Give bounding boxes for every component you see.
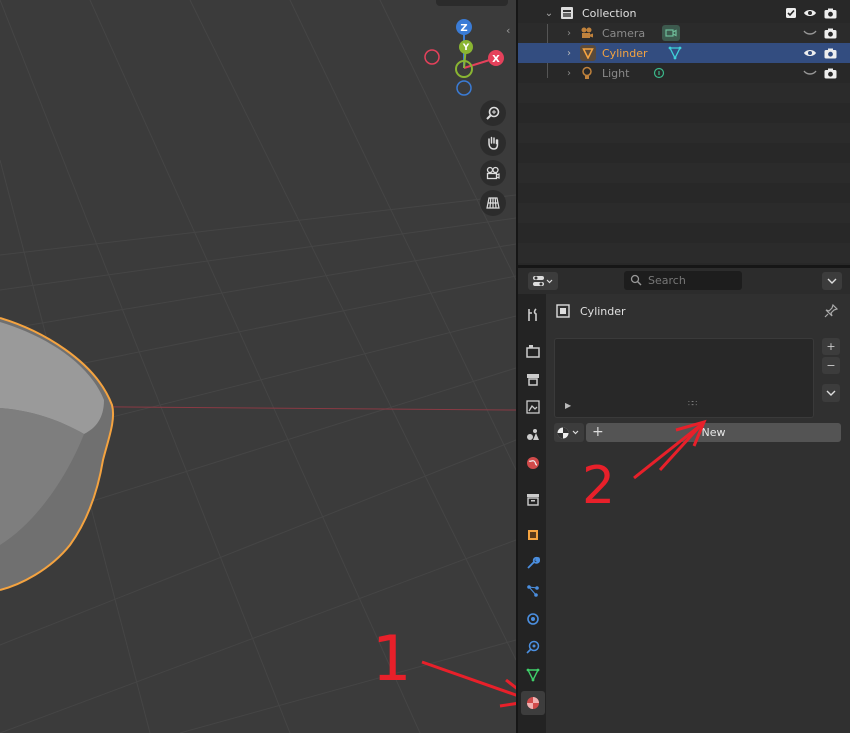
tool-icon [528, 308, 537, 321]
scene-icon [527, 429, 539, 440]
editor-type-dropdown[interactable] [528, 272, 558, 290]
pin-icon[interactable] [824, 303, 839, 321]
output-icon [527, 374, 539, 386]
camera-view-icon[interactable] [480, 160, 506, 186]
outliner: ⌄ Collection › Camera › Cylinder › Light [518, 0, 850, 265]
outliner-item-label: Light [602, 66, 630, 80]
camera-data-icon[interactable] [662, 25, 680, 41]
eye-closed-icon[interactable] [803, 26, 817, 40]
light-object-icon [580, 66, 594, 80]
eye-icon[interactable] [803, 46, 817, 60]
tab-view-layer[interactable] [521, 395, 545, 419]
search-input[interactable]: Search [624, 271, 742, 290]
render-icon [526, 345, 540, 358]
checkbox-icon[interactable] [784, 6, 798, 20]
collection-icon [560, 6, 574, 20]
camera-object-icon [580, 26, 594, 40]
navigation-gizmo[interactable]: Z Y X [420, 14, 516, 104]
eye-closed-icon[interactable] [803, 66, 817, 80]
new-material-button[interactable]: + New [586, 423, 841, 442]
tab-render[interactable] [521, 339, 545, 363]
add-slot-button[interactable]: + [822, 338, 840, 355]
tab-modifiers[interactable] [521, 551, 545, 575]
remove-slot-button[interactable]: − [822, 357, 840, 374]
properties-header: Search [518, 268, 850, 294]
tab-constraints[interactable] [521, 635, 545, 659]
object-icon [528, 530, 538, 540]
viewport-header-stub [436, 0, 508, 6]
properties-tabs [518, 294, 546, 733]
search-placeholder: Search [648, 274, 686, 287]
properties-editor: Search Cylinder ▶ ∷∷ + − + New [518, 268, 850, 733]
tab-particles[interactable] [521, 579, 545, 603]
light-data-icon[interactable] [652, 66, 666, 80]
gizmo-y-label: Y [462, 43, 470, 53]
browse-material-dropdown[interactable] [554, 423, 584, 442]
tab-physics[interactable] [521, 607, 545, 631]
wrench-icon [527, 556, 540, 569]
constraints-icon [526, 640, 540, 654]
tab-data[interactable] [521, 663, 545, 687]
hand-pan-icon[interactable] [480, 130, 506, 156]
world-icon [527, 457, 539, 469]
zoom-icon[interactable] [480, 100, 506, 126]
tab-material[interactable] [521, 691, 545, 715]
tab-collection[interactable] [521, 487, 545, 511]
camera-render-icon[interactable] [823, 6, 837, 20]
outliner-row-collection[interactable]: ⌄ Collection [518, 3, 850, 23]
outliner-row-cylinder[interactable]: › Cylinder [518, 43, 850, 63]
chevron-down-icon [826, 390, 836, 396]
object-icon [556, 304, 570, 321]
tab-object[interactable] [521, 523, 545, 547]
slot-specials-dropdown[interactable] [822, 384, 840, 402]
tab-tool[interactable] [521, 303, 545, 327]
tab-world[interactable] [521, 451, 545, 475]
search-icon [630, 274, 642, 286]
ortho-grid-icon[interactable] [480, 190, 506, 216]
particles-icon [527, 585, 539, 597]
object-name: Cylinder [580, 305, 626, 318]
chevron-right-icon[interactable]: › [562, 46, 576, 60]
outliner-row-light[interactable]: › Light [518, 63, 850, 83]
mesh-data-icon [526, 668, 540, 682]
collection-icon [527, 494, 539, 506]
gizmo-z-label: Z [460, 23, 467, 34]
outliner-item-label: Collection [582, 6, 637, 20]
tab-output[interactable] [521, 367, 545, 391]
physics-icon [527, 613, 539, 625]
new-button-label: New [701, 426, 726, 439]
3d-viewport[interactable]: Z Y X ‹ 1 [0, 0, 516, 733]
resize-handle-icon[interactable]: ∷∷ [688, 399, 697, 408]
gizmo-x-label: X [492, 54, 500, 65]
material-slot-list[interactable]: ▶ ∷∷ [554, 338, 814, 418]
material-icon [527, 697, 539, 709]
outliner-row-camera[interactable]: › Camera [518, 23, 850, 43]
chevron-right-icon[interactable]: › [562, 66, 576, 80]
play-icon[interactable]: ▶ [565, 401, 571, 410]
chevron-left-icon[interactable]: ‹ [506, 24, 510, 37]
mesh-data-icon[interactable] [668, 46, 682, 60]
camera-render-icon[interactable] [823, 66, 837, 80]
material-sphere-icon [557, 427, 579, 438]
eye-icon[interactable] [803, 6, 817, 20]
chevron-down-icon[interactable]: ⌄ [542, 6, 556, 20]
material-panel: Cylinder ▶ ∷∷ + − + New [546, 294, 850, 733]
viewport-grid [0, 0, 516, 733]
camera-render-icon[interactable] [823, 46, 837, 60]
mesh-object-icon [580, 45, 596, 61]
outliner-item-label: Cylinder [602, 46, 648, 60]
view-layer-icon [526, 400, 540, 414]
outliner-item-label: Camera [602, 26, 646, 40]
camera-render-icon[interactable] [823, 26, 837, 40]
chevron-right-icon[interactable]: › [562, 26, 576, 40]
chevron-down-icon[interactable] [822, 272, 842, 290]
tab-scene[interactable] [521, 423, 545, 447]
